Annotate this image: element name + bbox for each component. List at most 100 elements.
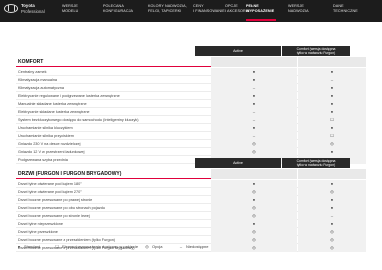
table-row: Gniazdo 12 V w przestrzeni ładunkowej ◎ ● bbox=[16, 148, 366, 156]
table-row: Drzwi tylne nieprzeszklone ● ● bbox=[16, 220, 366, 228]
cell-comfort: ● bbox=[298, 108, 366, 116]
row-label: Drzwi tylne otwierane pod kątem 270° bbox=[18, 189, 82, 194]
row-label: Elektrycznie składane lusterka zewnętrzn… bbox=[18, 109, 90, 114]
availability-mark: ● bbox=[330, 180, 334, 186]
row-label: Centralny zamek bbox=[18, 69, 47, 74]
cell-active: ◎ bbox=[211, 212, 297, 220]
column-headers: Active Comfort (wersja dostępna tylko w … bbox=[195, 158, 350, 168]
table-row: Uruchamianie silnika przyciskiem – ☐ bbox=[16, 132, 366, 140]
availability-mark: ● bbox=[252, 220, 256, 226]
nav-item-wersje-nadwozia[interactable]: Wersje nadwozia bbox=[288, 4, 309, 13]
section-title: KOMFORT bbox=[18, 59, 44, 65]
cell-active: – bbox=[211, 84, 297, 92]
cell-comfort: ● bbox=[298, 196, 366, 204]
availability-mark: ◎ bbox=[252, 228, 256, 234]
cell-active: ● bbox=[211, 92, 297, 100]
nav-item-pelne-wyposazenie[interactable]: Pełne wyposażenie bbox=[246, 4, 274, 13]
legend-item-pakiet: ☐ Element wyposażenia dostępny w pakiecie bbox=[55, 244, 139, 249]
cell-active: ◎ bbox=[211, 228, 297, 236]
availability-mark: – bbox=[252, 108, 256, 114]
availability-mark: ◎ bbox=[252, 188, 256, 194]
table-row: Drzwi boczne przesuwane po obu stronach … bbox=[16, 204, 366, 212]
row-label: Drzwi boczne przesuwane z przeszkleniem … bbox=[18, 237, 116, 242]
column-header-active: Active bbox=[195, 158, 281, 168]
availability-mark: ☐ bbox=[330, 132, 334, 138]
row-label: Drzwi tylne otwierane pod kątem 180° bbox=[18, 181, 82, 186]
availability-mark: ● bbox=[252, 180, 256, 186]
cell-comfort: ☐ bbox=[298, 116, 366, 124]
availability-mark: ● bbox=[252, 196, 256, 202]
row-label: Manualnie składane lusterka zewnętrzne bbox=[18, 101, 87, 106]
cell-active: ◎ bbox=[211, 204, 297, 212]
availability-mark: ◎ bbox=[252, 140, 256, 146]
cell-active: – bbox=[211, 116, 297, 124]
legend-item-opcja: ◎ Opcja bbox=[145, 244, 163, 249]
row-label: Uruchamianie silnika przyciskiem bbox=[18, 133, 74, 138]
cell-comfort: ◎ bbox=[298, 140, 366, 148]
cell-active: ● bbox=[211, 220, 297, 228]
nav-item-kolory[interactable]: Kolory nadwozia, felgi, tapicerki bbox=[148, 4, 187, 13]
availability-mark: ● bbox=[330, 204, 334, 210]
cell-comfort: ● bbox=[298, 220, 366, 228]
table-row: Klimatyzacja automatyczna – ● bbox=[16, 84, 366, 92]
nav-item-dane-techniczne[interactable]: Dane techniczne bbox=[333, 4, 358, 13]
column-header-active: Active bbox=[195, 46, 281, 56]
table-row: Uruchamianie silnika kluczykiem ● ● bbox=[16, 124, 366, 132]
cell-comfort: ◎ bbox=[298, 188, 366, 196]
row-label: System bezkluczykowego dostępu do samoch… bbox=[18, 117, 139, 122]
table-row: Drzwi tylne przeszklone ◎ ◎ bbox=[16, 228, 366, 236]
nav-item-polecana-konfiguracja[interactable]: Polecana konfiguracja bbox=[103, 4, 133, 13]
cell-active: – bbox=[211, 132, 297, 140]
table-row: Klimatyzacja manualna ● – bbox=[16, 76, 366, 84]
row-label: Uruchamianie silnika kluczykiem bbox=[18, 125, 73, 130]
availability-mark: ● bbox=[330, 108, 334, 114]
cell-active: ● bbox=[211, 100, 297, 108]
nav-item-wersje-modelu[interactable]: Wersje modelu bbox=[62, 4, 78, 13]
brand[interactable]: Toyota Professional bbox=[4, 3, 48, 19]
cell-active: ● bbox=[211, 68, 297, 76]
cell-active: ● bbox=[211, 76, 297, 84]
availability-mark: ● bbox=[252, 92, 256, 98]
cell-active: ◎ bbox=[211, 148, 297, 156]
cell-comfort: ● bbox=[298, 204, 366, 212]
cell-comfort: ● bbox=[298, 124, 366, 132]
table-row: Drzwi boczne przesuwane po prawej stroni… bbox=[16, 196, 366, 204]
row-label: Drzwi tylne przeszklone bbox=[18, 229, 58, 234]
cell-comfort: ● bbox=[298, 68, 366, 76]
cell-comfort: ● bbox=[298, 92, 366, 100]
cell-comfort: ● bbox=[298, 100, 366, 108]
availability-mark: ● bbox=[330, 68, 334, 74]
availability-mark: ◎ bbox=[252, 212, 256, 218]
cell-comfort: ◎ bbox=[298, 236, 366, 244]
availability-mark: – bbox=[330, 76, 334, 82]
cell-comfort: – bbox=[298, 212, 366, 220]
availability-mark: ◎ bbox=[252, 236, 256, 242]
row-label: Drzwi tylne nieprzeszklone bbox=[18, 221, 63, 226]
nav-item-ceny[interactable]: Ceny i finansowanie bbox=[193, 4, 225, 13]
availability-mark: – bbox=[252, 116, 256, 122]
row-label: Elektrycznie regulowane i podgrzewane lu… bbox=[18, 93, 120, 98]
availability-mark: ◎ bbox=[330, 188, 334, 194]
cell-active: ● bbox=[211, 196, 297, 204]
row-label: Podgrzewana szyba przednia bbox=[18, 157, 68, 162]
availability-mark: – bbox=[252, 132, 256, 138]
table-row: Elektrycznie regulowane i podgrzewane lu… bbox=[16, 92, 366, 100]
availability-mark: ● bbox=[330, 84, 334, 90]
cell-comfort: ◎ bbox=[298, 228, 366, 236]
table-row: Drzwi tylne otwierane pod kątem 270° ◎ ◎ bbox=[16, 188, 366, 196]
row-label: Klimatyzacja automatyczna bbox=[18, 85, 65, 90]
availability-mark: ◎ bbox=[252, 204, 256, 210]
table-row: Drzwi boczne przesuwane z przeszkleniem … bbox=[16, 236, 366, 244]
availability-mark: ● bbox=[252, 100, 256, 106]
availability-mark: – bbox=[330, 212, 334, 218]
column-headers: Active Comfort (wersja dostępna tylko w … bbox=[195, 46, 350, 56]
legend: ● Standard ☐ Element wyposażenia dostępny … bbox=[16, 244, 366, 252]
availability-mark: ● bbox=[330, 92, 334, 98]
availability-mark: ● bbox=[330, 148, 334, 154]
brand-subtitle: Professional bbox=[21, 9, 45, 14]
table-row: Elektrycznie składane lusterka zewnętrzn… bbox=[16, 108, 366, 116]
row-label: Drzwi boczne przesuwane po prawej stroni… bbox=[18, 197, 93, 202]
section-title: DRZWI (FURGON I FURGON BRYGADOWY) bbox=[18, 171, 122, 177]
cell-comfort: ☐ bbox=[298, 132, 366, 140]
table-row: Drzwi boczne przesuwane po stronie lewej… bbox=[16, 212, 366, 220]
